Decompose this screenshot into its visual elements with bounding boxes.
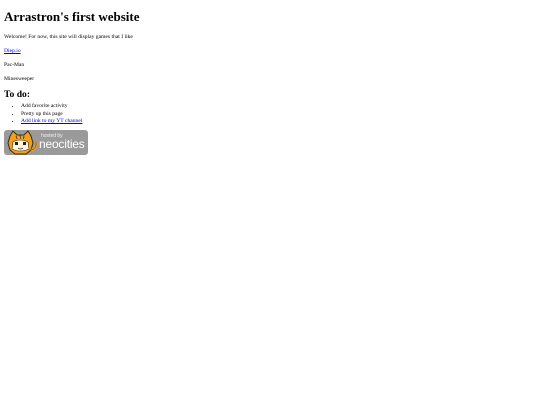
todo-item: Add favorite activity (21, 103, 534, 111)
yt-channel-link[interactable]: Add link to my YT channel (21, 118, 82, 124)
todo-item: Add link to my YT channel (21, 118, 534, 126)
badge-neocities-text: neocities (39, 136, 85, 151)
page-content: Arrastron's first website Welcome! For n… (4, 0, 534, 155)
todo-list: Add favorite activity Pretty up this pag… (4, 103, 534, 126)
neocities-badge[interactable]: hosted by neocities (4, 129, 88, 155)
neocities-cat-logo-icon (7, 129, 38, 155)
intro-text: Welcome! For now, this site will display… (4, 34, 133, 40)
todo-item: Pretty up this page (21, 111, 534, 119)
pacman-text: Pac-Man (4, 62, 25, 68)
todo-heading: To do: (4, 89, 31, 100)
page-title: Arrastron's first website (4, 9, 140, 24)
diep-link[interactable]: Diep.io (4, 48, 21, 54)
minesweeper-text: Minesweeper (4, 76, 35, 82)
diep-paragraph: Diep.io (4, 48, 534, 55)
